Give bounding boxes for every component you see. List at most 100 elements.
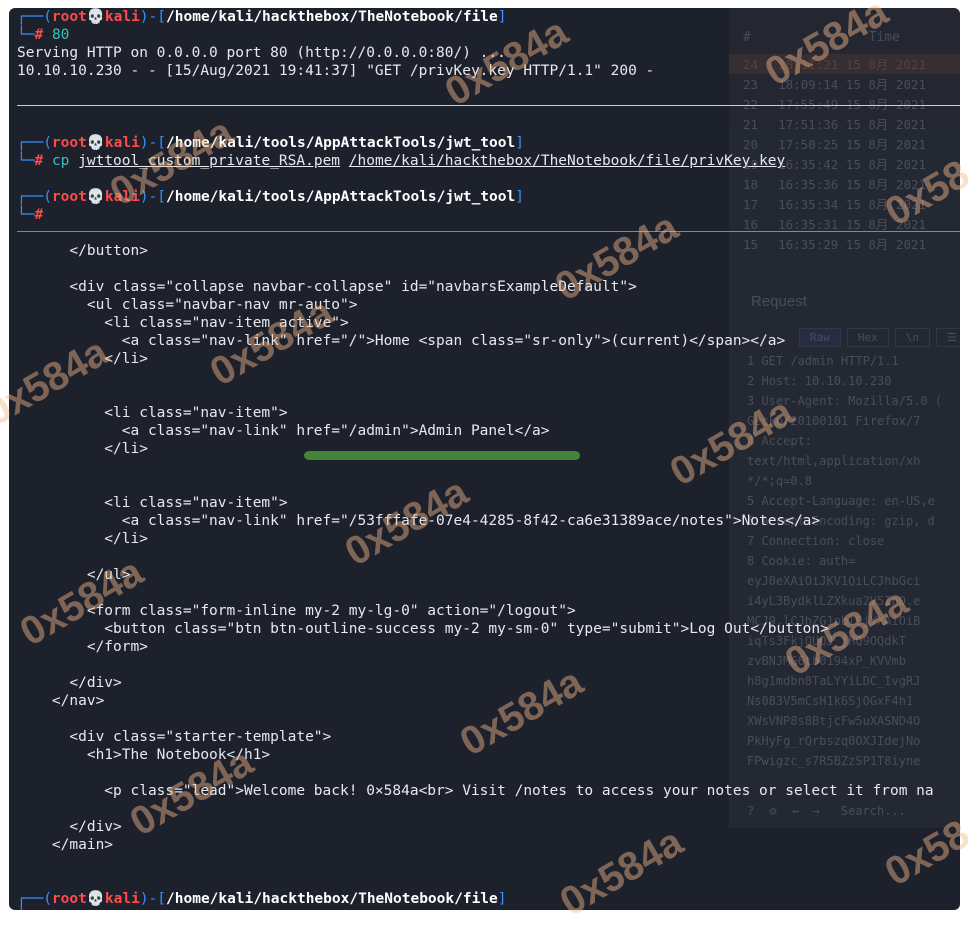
history-row[interactable]: 21 17:51:36 15 8月 2021 xyxy=(743,114,926,134)
command-line-3: └─# xyxy=(17,207,44,223)
request-line: 4 Accept: xyxy=(747,434,813,448)
request-line: 3 User-Agent: Mozilla/5.0 ( xyxy=(747,394,943,408)
html-source-line: <button class="btn btn-outline-success m… xyxy=(17,621,829,637)
menu-icon[interactable]: ☰ xyxy=(936,328,960,347)
html-source-line: <a class="nav-link" href="/53fffafe-07e4… xyxy=(17,513,821,529)
prompt-line-1: ┌──(root💀kali)-[/home/kali/hackthebox/Th… xyxy=(17,9,507,25)
request-line: i4yL3BydklLZXkua2V5In0.e xyxy=(747,594,921,608)
settings-icon[interactable]: ⚙ xyxy=(769,804,776,818)
html-source-line: <li class="nav-item"> xyxy=(17,495,288,511)
output-line: 10.10.10.230 - - [15/Aug/2021 19:41:37] … xyxy=(17,63,655,79)
html-source-line: <h1>The Notebook</h1> xyxy=(17,747,271,763)
html-source-line: <li class="nav-item active"> xyxy=(17,315,349,331)
forward-arrow-icon[interactable]: → xyxy=(812,804,819,818)
command-line-2: └─# cp jwttool_custom_private_RSA.pem /h… xyxy=(17,153,786,169)
prompt-path: /home/kali/hackthebox/TheNotebook/file xyxy=(166,891,498,907)
history-header: # Time xyxy=(743,30,900,45)
row-time: 18:09:14 15 8月 2021 xyxy=(778,77,927,92)
row-number: 15 xyxy=(743,237,759,252)
background-proxy-window: # Time 24 18:11:21 15 8月 2021 23 18:09:14 1… xyxy=(729,8,960,828)
prompt-path: /home/kali/tools/AppAttackTools/jwt_tool xyxy=(166,189,516,205)
command-text: 80 xyxy=(51,27,70,43)
history-row[interactable]: 15 16:35:29 15 8月 2021 xyxy=(743,234,926,254)
request-line: FPwigzc_s7R5BZzSP1T8iyne xyxy=(747,754,921,768)
row-number: 24 xyxy=(743,57,759,72)
request-line: */*;q=0.8 xyxy=(747,474,813,488)
html-source-line: </nav> xyxy=(17,693,105,709)
col-time-header: Time xyxy=(868,30,900,45)
request-line: h8g1mdbn8TaLYYiLDC_IvgRJ xyxy=(747,674,921,688)
html-source-line: </main> xyxy=(17,837,114,853)
row-time: 16:35:36 15 8月 2021 xyxy=(778,177,927,192)
html-source-line: <li class="nav-item"> xyxy=(17,405,288,421)
row-time: 16:35:34 15 8月 2021 xyxy=(778,197,927,212)
prompt-path: /home/kali/hackthebox/TheNotebook/file xyxy=(166,9,498,25)
html-source-line: </div> xyxy=(17,675,122,691)
tab-newline[interactable]: \n xyxy=(894,328,930,347)
html-source-line: <div class="collapse navbar-collapse" id… xyxy=(17,279,637,295)
html-source-line: </li> xyxy=(17,531,148,547)
request-tabs: Raw Hex \n ☰ xyxy=(799,328,960,347)
row-time: 18:11:21 15 8月 2021 xyxy=(778,57,927,72)
row-number: 16 xyxy=(743,217,759,232)
output-line: Serving HTTP on 0.0.0.0 port 80 (http://… xyxy=(17,45,506,61)
html-source-line: </li> xyxy=(17,441,148,457)
prompt-host: kali xyxy=(104,135,140,151)
prompt-path: /home/kali/tools/AppAttackTools/jwt_tool xyxy=(166,135,516,151)
row-number: 17 xyxy=(743,197,759,212)
row-time: 16:35:42 15 8月 2021 xyxy=(778,157,927,172)
prompt-line-4: ┌──(root💀kali)-[/home/kali/hackthebox/Th… xyxy=(17,891,507,907)
separator xyxy=(17,231,960,232)
html-source-line: </li> xyxy=(17,351,148,367)
back-arrow-icon[interactable]: ← xyxy=(792,804,799,818)
history-row[interactable]: 18 16:35:36 15 8月 2021 xyxy=(743,174,926,194)
html-source-line: </div> xyxy=(17,819,122,835)
request-line: 5 Accept-Language: en-US,e xyxy=(747,494,935,508)
html-source-line: </form> xyxy=(17,639,148,655)
skull-icon: 💀 xyxy=(86,9,105,25)
row-number: 21 xyxy=(743,117,759,132)
command-arg-dest: /home/kali/hackthebox/TheNotebook/file/p… xyxy=(348,153,786,169)
html-source-line: <ul class="navbar-nav mr-auto"> xyxy=(17,297,358,313)
request-title: Request xyxy=(751,293,807,310)
command-line-4[interactable]: └─ xyxy=(17,906,42,910)
prompt-user: root xyxy=(51,189,87,205)
row-number: 18 xyxy=(743,177,759,192)
html-source-line: <a class="nav-link" href="/">Home <span … xyxy=(17,333,786,349)
html-source-line: </button> xyxy=(17,243,148,259)
separator xyxy=(17,105,960,106)
prompt-host: kali xyxy=(104,9,140,25)
html-source-line: </ul> xyxy=(17,567,131,583)
highlight-mark xyxy=(304,451,580,460)
prompt-host: kali xyxy=(104,189,140,205)
prompt-user: root xyxy=(51,9,87,25)
row-time: 16:35:31 15 8月 2021 xyxy=(778,217,927,232)
prompt-user: root xyxy=(51,891,87,907)
request-line: Ns083V5mCsH1k6SjOGxF4h1 xyxy=(747,694,914,708)
request-line: text/html,application/xh xyxy=(747,454,921,468)
prompt-line-2: ┌──(root💀kali)-[/home/kali/tools/AppAtta… xyxy=(17,135,524,151)
html-source-line: <form class="form-inline my-2 my-lg-0" a… xyxy=(17,603,576,619)
history-row[interactable]: 23 18:09:14 15 8月 2021 xyxy=(743,74,926,94)
prompt-line-3: ┌──(root💀kali)-[/home/kali/tools/AppAtta… xyxy=(17,189,524,205)
row-time: 17:51:36 15 8月 2021 xyxy=(778,117,927,132)
prompt-host: kali xyxy=(104,891,140,907)
help-icon[interactable]: ? xyxy=(747,804,754,818)
command-text: cp xyxy=(51,153,70,169)
request-line: eyJ0eXAiOiJKV1QiLCJhbGci xyxy=(747,574,921,588)
prompt-user: root xyxy=(51,135,87,151)
history-row[interactable]: 24 18:11:21 15 8月 2021 xyxy=(729,54,960,74)
request-line: zvBNJMG6tb0194xP_KVVmb xyxy=(747,654,906,668)
html-source-line: <p class="lead">Welcome back! 0×584a<br>… xyxy=(17,783,934,799)
request-line: XWsVNP8s8BtjcFw5uXASND4O xyxy=(747,714,921,728)
history-row[interactable]: 22 17:55:49 15 8月 2021 xyxy=(743,94,926,114)
tab-hex[interactable]: Hex xyxy=(846,328,889,347)
terminal-window[interactable]: # Time 24 18:11:21 15 8月 2021 23 18:09:14 1… xyxy=(9,8,960,910)
history-row[interactable]: 20 17:50:25 15 8月 2021 xyxy=(743,134,926,154)
search-input[interactable]: Search... xyxy=(841,804,906,818)
request-line: 8 Cookie: auth= xyxy=(747,554,856,568)
row-time: 16:35:29 15 8月 2021 xyxy=(778,237,927,252)
command-line-1: └─# 80 xyxy=(17,27,70,43)
history-row[interactable]: 17 16:35:34 15 8月 2021 xyxy=(743,194,926,214)
tab-raw[interactable]: Raw xyxy=(799,328,841,347)
